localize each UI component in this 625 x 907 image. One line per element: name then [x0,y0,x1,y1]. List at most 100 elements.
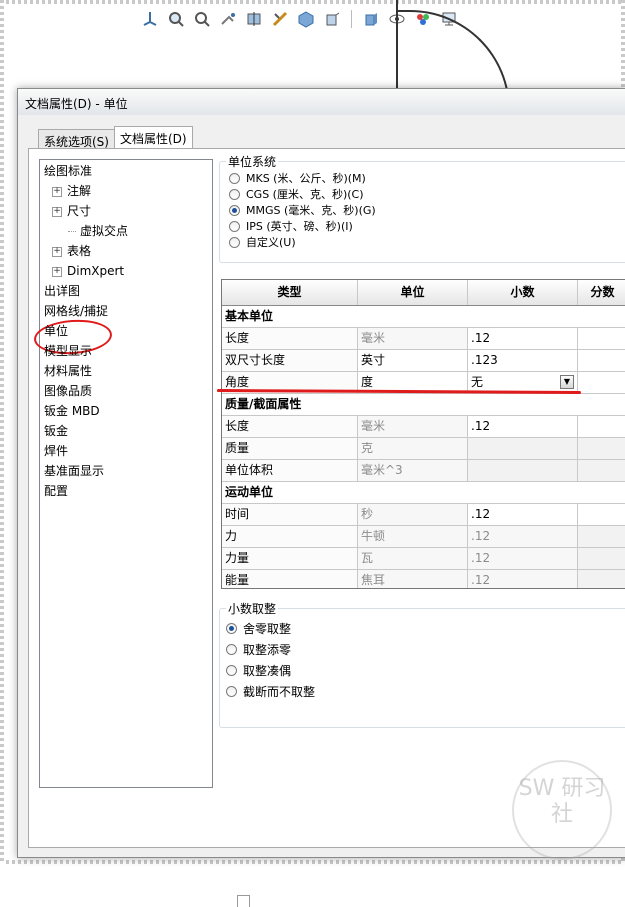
type-cell: 长度 [222,416,358,437]
tree-item[interactable]: 网格线/捕捉 [44,301,108,321]
unit-system-option[interactable]: MKS (米、公斤、秒)(M) [229,170,366,186]
section-label: 基本单位 [225,309,274,323]
unit-cell[interactable]: 英寸 [358,350,468,371]
tab-panel: 绘图标准 + 注解 + 尺寸 虚拟交点 + 表格 + DimXpert 出详图 网格线/捕捉 单位 模型显… [28,148,625,907]
tree-item-label: 焊件 [44,444,69,458]
previous-view-icon[interactable] [218,9,238,29]
fraction-cell[interactable] [578,548,625,569]
radio-button-icon[interactable] [226,664,237,676]
radio-button-icon[interactable] [226,622,237,634]
radio-button-icon[interactable] [229,204,240,216]
fraction-cell[interactable] [578,570,625,588]
type-cell: 长度 [222,328,358,349]
tree-item-label: 表格 [67,244,92,258]
dynamic-annotation-icon[interactable] [270,9,290,29]
fraction-cell[interactable] [578,372,625,393]
column-header[interactable]: 类型 [222,280,358,305]
radio-button-icon[interactable] [229,236,240,248]
dropdown-arrow-icon[interactable]: ▼ [560,375,574,389]
fraction-cell[interactable] [578,350,625,371]
unit-system-option[interactable]: 自定义(U) [229,234,296,250]
expand-icon[interactable]: + [52,266,62,277]
expand-icon[interactable]: + [52,246,62,257]
radio-button-icon[interactable] [229,188,240,200]
unit-system-option[interactable]: CGS (厘米、克、秒)(C) [229,186,364,202]
clipped-checkbox[interactable] [237,895,250,907]
tree-item[interactable]: 钣金 MBD [44,401,100,421]
unit-system-option[interactable]: MMGS (毫米、克、秒)(G) [229,202,376,218]
radio-label: 取整凑偶 [243,663,292,678]
column-header[interactable]: 单位 [358,280,468,305]
unit-system-option[interactable]: IPS (英寸、磅、秒)(I) [229,218,353,234]
tree-item-label: 钣金 MBD [44,404,100,418]
fraction-cell[interactable] [578,526,625,547]
tree-item-label: 图像品质 [44,384,93,398]
tree-item[interactable]: 出详图 [44,281,80,301]
grid-section-row: 基本单位 [222,306,625,328]
type-cell: 时间 [222,504,358,525]
radio-button-icon[interactable] [226,643,237,655]
tree-item-label: 绘图标准 [44,164,93,178]
tree-item[interactable]: 单位 [44,321,68,341]
decimal-cell[interactable]: .12 [468,504,578,525]
type-cell: 双尺寸长度 [222,350,358,371]
tree-item[interactable]: 绘图标准 [44,161,92,181]
fraction-cell[interactable] [578,460,625,481]
table-row: 能量 焦耳 .12 [222,570,625,588]
decimal-value: .12 [471,331,491,345]
unit-cell: 毫米 [358,416,468,437]
hide-show-items-icon[interactable] [361,9,381,29]
radio-label: MKS (米、公斤、秒)(M) [246,172,366,185]
tree-item[interactable]: 基准面显示 [44,461,104,481]
tree-item[interactable]: 钣金 [44,421,68,441]
decimal-cell[interactable]: .123 [468,350,578,371]
decimal-cell[interactable]: .12 [468,416,578,437]
zoom-fit-icon[interactable] [166,9,186,29]
fraction-cell[interactable] [578,504,625,525]
decimal-value: 无 [471,375,484,389]
table-row: 长度 毫米 .12 [222,328,625,350]
dialog-titlebar[interactable]: 文档属性(D) - 单位 [18,89,625,115]
table-row: 力牛顿 .12 [222,526,625,548]
tree-item-label: 材料属性 [44,364,93,378]
tree-item[interactable]: 模型显示 [44,341,92,361]
column-header[interactable]: 小数 [468,280,578,305]
tree-item[interactable]: 虚拟交点 [68,221,128,241]
tree-item[interactable]: + 尺寸 [52,201,91,221]
grid-section-row: 质量/截面属性 [222,394,625,416]
tree-item[interactable]: 材料属性 [44,361,92,381]
radio-button-icon[interactable] [229,220,240,232]
expand-icon[interactable]: + [52,206,62,217]
radio-button-icon[interactable] [229,172,240,184]
view-orient-icon[interactable] [140,9,160,29]
rounding-option[interactable]: 取整添零 [226,641,291,657]
fraction-cell[interactable] [578,438,625,459]
tree-item[interactable]: 焊件 [44,441,68,461]
decimal-cell [468,438,578,459]
tree-item[interactable]: + 表格 [52,241,91,261]
tree-item[interactable]: + DimXpert [52,261,124,281]
display-style-icon[interactable] [322,9,342,29]
tree-item-label: 基准面显示 [44,464,105,478]
zoom-area-icon[interactable] [192,9,212,29]
torn-edge-left [0,0,4,864]
rounding-option[interactable]: 取整凑偶 [226,662,291,678]
fraction-cell[interactable] [578,328,625,349]
decimal-value: .123 [471,353,498,367]
view-orientation-cube-icon[interactable] [296,9,316,29]
radio-button-icon[interactable] [226,685,237,697]
tree-item[interactable]: 图像品质 [44,381,92,401]
rounding-option[interactable]: 截断而不取整 [226,683,315,699]
properties-tree[interactable]: 绘图标准 + 注解 + 尺寸 虚拟交点 + 表格 + DimXpert 出详图 网格线/捕捉 单位 模型显… [32,159,213,788]
tree-connector [68,231,76,232]
fraction-cell[interactable] [578,416,625,437]
decimal-value: .12 [471,419,491,433]
column-header[interactable]: 分数 [578,280,625,305]
tree-item[interactable]: 配置 [44,481,68,501]
tree-item[interactable]: + 注解 [52,181,91,201]
decimal-cell[interactable]: .12 [468,328,578,349]
expand-icon[interactable]: + [52,186,62,197]
section-label: 质量/截面属性 [225,397,302,411]
section-view-icon[interactable] [244,9,264,29]
rounding-option[interactable]: 舍零取整 [226,620,291,636]
